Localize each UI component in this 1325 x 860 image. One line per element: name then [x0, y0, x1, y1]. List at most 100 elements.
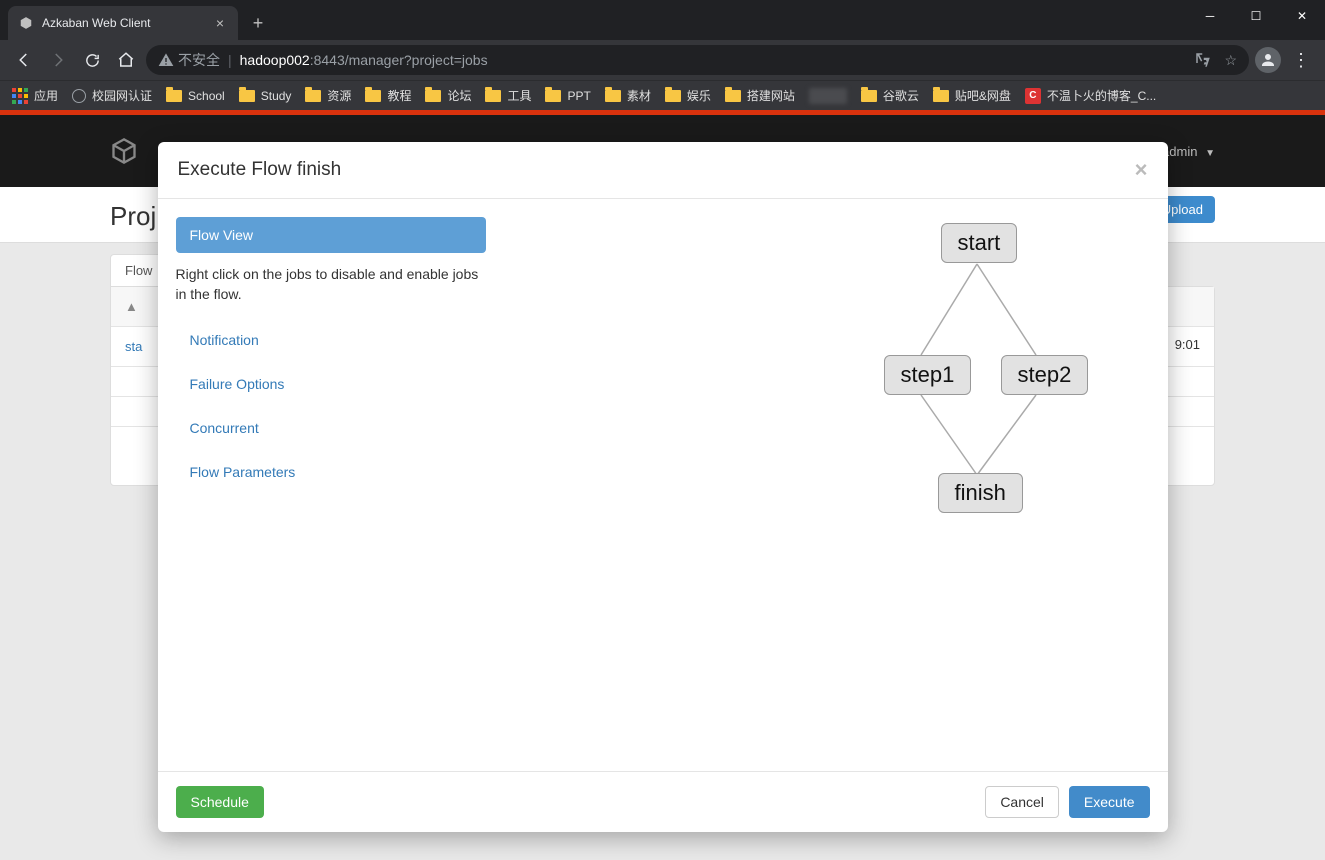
insecure-warning: 不安全: [158, 50, 220, 70]
titlebar: Azkaban Web Client × + ─ ☐ ✕: [0, 0, 1325, 40]
folder-icon: [166, 90, 182, 102]
modal-close-icon[interactable]: ×: [1135, 157, 1148, 183]
bookmark-label: 素材: [627, 87, 651, 104]
bookmark-item[interactable]: 校园网认证: [72, 87, 152, 104]
url-text: hadoop002:8443/manager?project=jobs: [240, 52, 488, 68]
new-tab-button[interactable]: +: [244, 9, 272, 37]
bookmark-item[interactable]: [809, 88, 847, 104]
node-start[interactable]: start: [941, 223, 1018, 263]
bookmark-apps[interactable]: 应用: [12, 87, 58, 104]
node-finish[interactable]: finish: [938, 473, 1023, 513]
bookmark-label: 工具: [507, 87, 531, 104]
bookmark-label: 校园网认证: [92, 87, 152, 104]
bookmark-item[interactable]: 教程: [365, 87, 411, 104]
folder-icon: [861, 90, 877, 102]
sidebar-item-concurrent[interactable]: Concurrent: [176, 410, 486, 446]
folder-icon: [605, 90, 621, 102]
globe-icon: [72, 89, 86, 103]
bookmark-item[interactable]: 娱乐: [665, 87, 711, 104]
sidebar-item-failure-options[interactable]: Failure Options: [176, 366, 486, 402]
bookmark-label: 娱乐: [687, 87, 711, 104]
sidebar-item-label: Flow Parameters: [190, 464, 296, 480]
bookmark-item[interactable]: 贴吧&网盘: [933, 87, 1011, 104]
bookmark-item[interactable]: 素材: [605, 87, 651, 104]
modal-footer: Schedule Cancel Execute: [158, 771, 1168, 832]
reload-button[interactable]: [78, 46, 106, 74]
apps-icon: [12, 88, 28, 104]
folder-icon: [933, 90, 949, 102]
flow-view-hint: Right click on the jobs to disable and e…: [176, 265, 486, 304]
folder-icon: [725, 90, 741, 102]
node-label: start: [958, 230, 1001, 255]
node-label: finish: [955, 480, 1006, 505]
cancel-button[interactable]: Cancel: [985, 786, 1059, 818]
bookmark-label: 应用: [34, 87, 58, 104]
folder-icon: [305, 90, 321, 102]
blurred-icon: [809, 88, 847, 104]
url-separator: |: [228, 52, 232, 68]
bookmark-item[interactable]: School: [166, 89, 225, 103]
forward-button[interactable]: [44, 46, 72, 74]
site-icon: C: [1025, 88, 1041, 104]
bookmark-label: 谷歌云: [883, 87, 919, 104]
modal-title: Execute Flow finish: [178, 159, 342, 181]
sidebar-item-flow-view[interactable]: Flow View: [176, 217, 486, 253]
home-button[interactable]: [112, 46, 140, 74]
bookmark-item[interactable]: 谷歌云: [861, 87, 919, 104]
folder-icon: [365, 90, 381, 102]
folder-icon: [239, 90, 255, 102]
button-label: Cancel: [1000, 794, 1044, 810]
schedule-button[interactable]: Schedule: [176, 786, 264, 818]
sidebar-item-flow-parameters[interactable]: Flow Parameters: [176, 454, 486, 490]
chrome-menu-icon[interactable]: ⋮: [1287, 50, 1315, 71]
star-icon[interactable]: ☆: [1224, 52, 1237, 69]
bookmark-label: 资源: [327, 87, 351, 104]
modal-header: Execute Flow finish ×: [158, 142, 1168, 199]
button-label: Execute: [1084, 794, 1135, 810]
back-button[interactable]: [10, 46, 38, 74]
bookmark-item[interactable]: 资源: [305, 87, 351, 104]
sidebar-item-label: Notification: [190, 332, 259, 348]
bookmark-item[interactable]: 论坛: [425, 87, 471, 104]
bookmark-label: PPT: [567, 89, 590, 103]
bookmark-item[interactable]: C 不温卜火的博客_C...: [1025, 87, 1156, 104]
folder-icon: [665, 90, 681, 102]
browser-chrome: Azkaban Web Client × + ─ ☐ ✕ 不安全 |: [0, 0, 1325, 110]
button-label: Schedule: [191, 794, 249, 810]
flow-graph[interactable]: start step1 step2 finish: [486, 217, 1150, 753]
insecure-label: 不安全: [178, 50, 220, 70]
sidebar-item-label: Flow View: [190, 227, 254, 243]
folder-icon: [425, 90, 441, 102]
maximize-icon[interactable]: ☐: [1233, 0, 1279, 32]
sidebar-item-notification[interactable]: Notification: [176, 322, 486, 358]
url-path: :8443/manager?project=jobs: [310, 52, 488, 68]
bookmark-label: Study: [261, 89, 292, 103]
tab-close-icon[interactable]: ×: [212, 15, 228, 31]
execute-flow-modal: Execute Flow finish × Flow View Right cl…: [158, 142, 1168, 832]
bookmark-item[interactable]: 工具: [485, 87, 531, 104]
bookmark-label: 教程: [387, 87, 411, 104]
node-step1[interactable]: step1: [884, 355, 972, 395]
bookmark-label: School: [188, 89, 225, 103]
translate-icon[interactable]: [1194, 51, 1212, 69]
url-host: hadoop002: [240, 52, 310, 68]
modal-sidebar: Flow View Right click on the jobs to dis…: [176, 217, 486, 753]
tab-favicon-icon: [18, 15, 34, 31]
profile-avatar[interactable]: [1255, 47, 1281, 73]
minimize-icon[interactable]: ─: [1187, 0, 1233, 32]
execute-button[interactable]: Execute: [1069, 786, 1150, 818]
window-controls: ─ ☐ ✕: [1187, 0, 1325, 32]
folder-icon: [485, 90, 501, 102]
sidebar-item-label: Failure Options: [190, 376, 285, 392]
close-window-icon[interactable]: ✕: [1279, 0, 1325, 32]
node-step2[interactable]: step2: [1001, 355, 1089, 395]
tab-title: Azkaban Web Client: [42, 16, 151, 30]
browser-tab[interactable]: Azkaban Web Client ×: [8, 6, 238, 40]
browser-toolbar: 不安全 | hadoop002:8443/manager?project=job…: [0, 40, 1325, 80]
address-bar[interactable]: 不安全 | hadoop002:8443/manager?project=job…: [146, 45, 1249, 75]
bookmark-item[interactable]: Study: [239, 89, 292, 103]
bookmark-label: 不温卜火的博客_C...: [1047, 87, 1156, 104]
bookmark-item[interactable]: PPT: [545, 89, 590, 103]
node-label: step1: [901, 362, 955, 387]
bookmark-item[interactable]: 搭建网站: [725, 87, 795, 104]
